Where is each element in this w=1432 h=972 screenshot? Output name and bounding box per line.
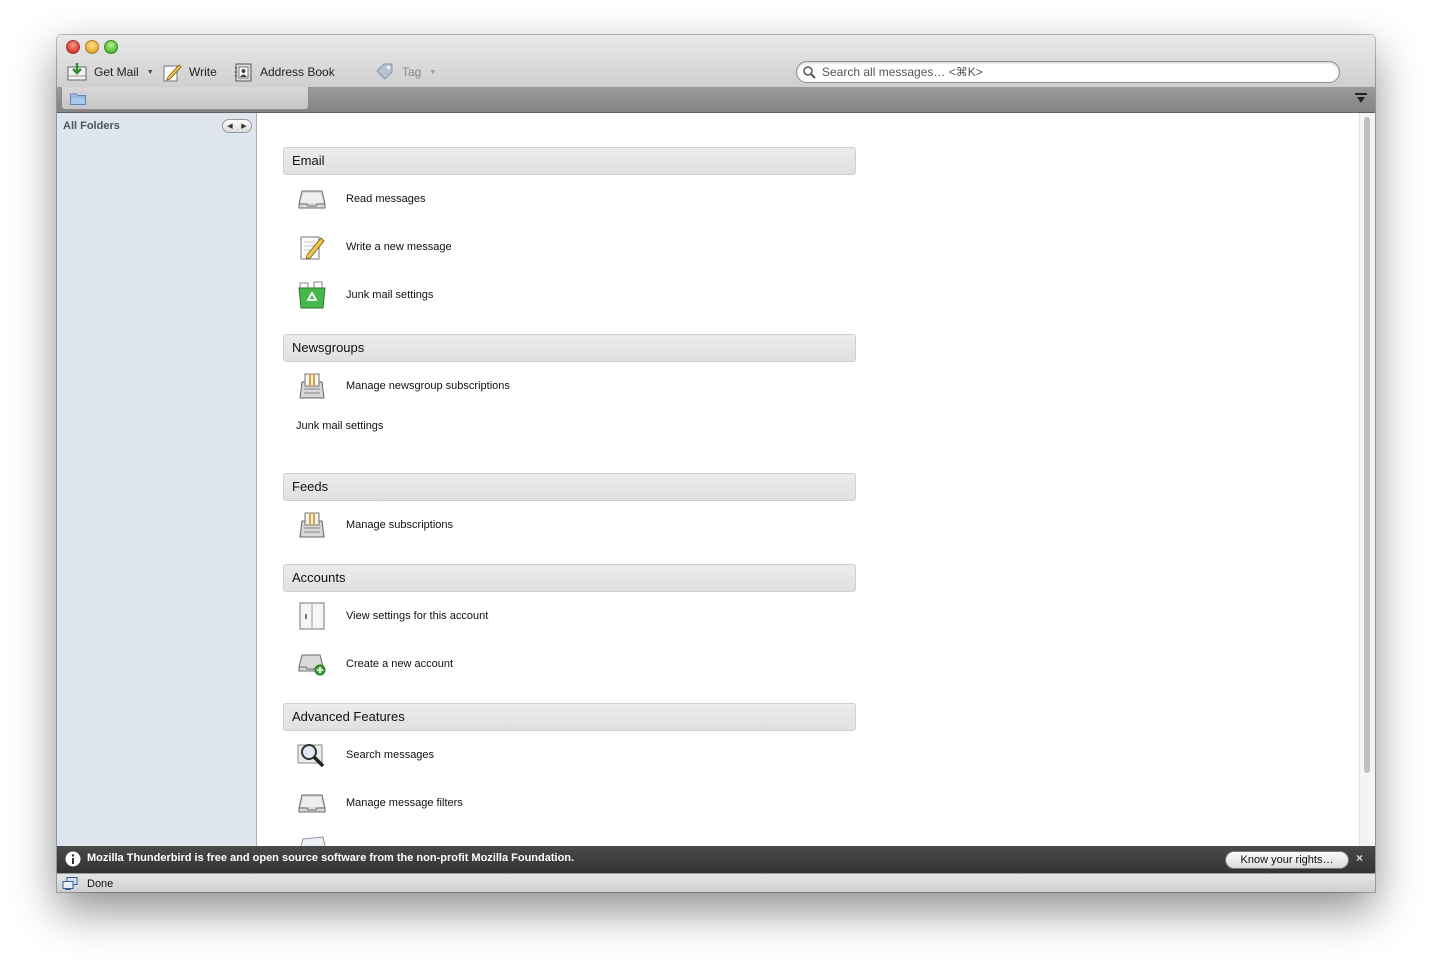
folder-icon: [70, 93, 86, 105]
folder-pane: All Folders ◀ ▶: [57, 113, 257, 846]
manage-feed-subscriptions-link[interactable]: Manage subscriptions: [295, 510, 453, 540]
main-toolbar: Get Mail ▼ Write Address Book Tag ▼ Sear…: [57, 35, 1375, 88]
manage-message-filters-link[interactable]: Manage message filters: [295, 788, 463, 818]
write-label: Write: [189, 65, 217, 79]
search-icon: [803, 65, 816, 79]
get-mail-dropdown-icon[interactable]: ▼: [147, 69, 154, 76]
write-icon: [163, 64, 182, 82]
info-icon: [65, 851, 81, 867]
address-book-label: Address Book: [260, 65, 335, 79]
know-your-rights-button[interactable]: Know your rights…: [1225, 851, 1349, 869]
account-central: Email Read messages Write a new message: [257, 113, 1375, 846]
content-scrollbar[interactable]: [1359, 113, 1375, 846]
get-mail-button[interactable]: Get Mail ▼: [67, 61, 154, 83]
close-window-button[interactable]: [66, 40, 80, 54]
tag-icon: [376, 63, 393, 80]
section-accounts-header: Accounts: [283, 564, 856, 592]
search-messages-label: Search messages: [346, 749, 435, 761]
section-advanced-title: Advanced Features: [292, 709, 405, 724]
next-view-icon[interactable]: ▶: [241, 122, 246, 130]
tag-button[interactable]: Tag ▼: [375, 61, 436, 83]
close-icon[interactable]: ×: [1356, 851, 1363, 865]
inbox-tray-icon: [298, 190, 326, 209]
manage-newsgroup-subscriptions-label: Manage newsgroup subscriptions: [346, 380, 510, 392]
address-book-button[interactable]: Address Book: [233, 61, 335, 83]
notification-bar: Mozilla Thunderbird is free and open sou…: [57, 846, 1375, 873]
pencil-paper-icon: [300, 236, 325, 260]
status-text: Done: [87, 878, 114, 890]
tag-label: Tag: [402, 65, 422, 79]
online-status-icon[interactable]: [62, 877, 78, 890]
section-feeds-header: Feeds: [283, 473, 856, 501]
get-mail-icon: [67, 63, 87, 81]
recycle-bin-icon: [298, 281, 326, 309]
section-newsgroups-header: Newsgroups: [283, 334, 856, 362]
tag-dropdown-icon[interactable]: ▼: [429, 69, 436, 76]
status-bar: Done: [57, 873, 1375, 892]
folder-pane-header: All Folders: [63, 120, 120, 132]
tab-folder[interactable]: [61, 87, 309, 110]
search-field[interactable]: [796, 61, 1340, 83]
section-accounts-title: Accounts: [292, 570, 346, 585]
section-email-title: Email: [292, 153, 325, 168]
zoom-window-button[interactable]: [104, 40, 118, 54]
email-junk-settings-label: Junk mail settings: [346, 289, 434, 301]
tab-bar: [57, 87, 1375, 113]
previous-view-icon[interactable]: ◀: [227, 122, 232, 130]
magnifier-icon: [297, 744, 325, 768]
filter-tray-icon: [298, 794, 326, 813]
email-junk-settings-link[interactable]: Junk mail settings: [295, 280, 433, 310]
partially-visible-icon: [300, 836, 326, 846]
folder-view-switcher[interactable]: ◀ ▶: [222, 119, 252, 133]
newsgroup-binder-icon: [299, 373, 325, 399]
write-new-message-link[interactable]: Write a new message: [295, 232, 452, 262]
get-mail-label: Get Mail: [94, 65, 139, 79]
tab-list-menu-icon[interactable]: [1354, 93, 1368, 105]
create-new-account-link[interactable]: Create a new account: [295, 649, 453, 679]
thunderbird-window: Get Mail ▼ Write Address Book Tag ▼ Sear…: [57, 35, 1375, 892]
minimize-window-button[interactable]: [85, 40, 99, 54]
write-button[interactable]: Write: [162, 61, 217, 83]
section-email-header: Email: [283, 147, 856, 175]
newsgroup-binder-icon: [299, 512, 325, 538]
section-newsgroups-title: Newsgroups: [292, 340, 365, 355]
add-account-icon: [298, 654, 326, 676]
manage-feed-subscriptions-label: Manage subscriptions: [346, 519, 454, 531]
create-new-account-label: Create a new account: [346, 658, 454, 670]
search-messages-link[interactable]: Search messages: [295, 740, 434, 770]
view-account-settings-label: View settings for this account: [346, 610, 489, 622]
section-advanced-header: Advanced Features: [283, 703, 856, 731]
view-account-settings-link[interactable]: View settings for this account: [295, 601, 488, 631]
read-messages-label: Read messages: [346, 193, 426, 205]
read-messages-link[interactable]: Read messages: [295, 184, 426, 214]
search-input[interactable]: [820, 62, 1324, 82]
address-book-icon: [235, 63, 252, 82]
notification-text: Mozilla Thunderbird is free and open sou…: [87, 852, 575, 864]
manage-newsgroup-subscriptions-link[interactable]: Manage newsgroup subscriptions: [295, 371, 510, 401]
newsgroups-junk-settings-link[interactable]: Junk mail settings: [296, 420, 383, 432]
write-new-message-label: Write a new message: [346, 241, 452, 253]
section-feeds-title: Feeds: [292, 479, 329, 494]
content-scrollbar-thumb[interactable]: [1364, 117, 1370, 773]
settings-panel-icon: [299, 602, 325, 630]
manage-message-filters-label: Manage message filters: [346, 797, 463, 809]
